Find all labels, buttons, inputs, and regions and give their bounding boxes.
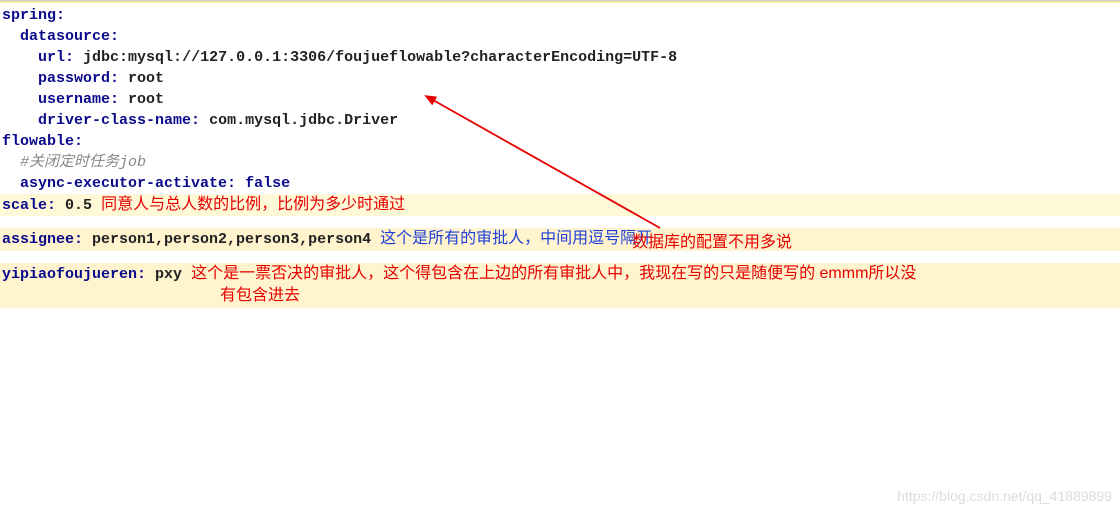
yaml-key-datasource: datasource: bbox=[20, 28, 119, 45]
yaml-key-scale: scale: bbox=[2, 197, 56, 214]
yaml-value-async: false bbox=[245, 175, 290, 192]
yaml-value-assignee: person1,person2,person3,person4 bbox=[92, 231, 371, 248]
annotation-assignee: 这个是所有的审批人，中间用逗号隔开 bbox=[380, 230, 652, 247]
yaml-comment: #关闭定时任务job bbox=[20, 154, 146, 171]
annotation-scale: 同意人与总人数的比例，比例为多少时通过 bbox=[101, 196, 405, 213]
yaml-key-yipiao: yipiaofoujueren: bbox=[2, 266, 146, 283]
code-editor: spring: datasource: url: jdbc:mysql://12… bbox=[0, 3, 1120, 308]
annotation-yipiao-line2: 有包含进去 bbox=[2, 287, 300, 304]
yaml-value-driver: com.mysql.jdbc.Driver bbox=[209, 112, 398, 129]
yaml-value-username: root bbox=[128, 91, 164, 108]
yaml-value-password: root bbox=[128, 70, 164, 87]
yaml-key-driver: driver-class-name: bbox=[38, 112, 200, 129]
yaml-key-url: url: bbox=[38, 49, 74, 66]
yaml-value-yipiao: pxy bbox=[155, 266, 182, 283]
yaml-key-flowable: flowable: bbox=[2, 133, 83, 150]
yaml-key-assignee: assignee: bbox=[2, 231, 83, 248]
yaml-key-async: async-executor-activate: bbox=[20, 175, 236, 192]
yaml-value-url: jdbc:mysql://127.0.0.1:3306/foujueflowab… bbox=[83, 49, 677, 66]
watermark-text: https://blog.csdn.net/qq_41889899 bbox=[897, 487, 1112, 507]
annotation-yipiao-line1: 这个是一票否决的审批人，这个得包含在上边的所有审批人中，我现在写的只是随便写的 … bbox=[191, 265, 916, 282]
annotation-db: 数据库的配置不用多说 bbox=[632, 232, 792, 254]
yaml-key-spring: spring: bbox=[2, 7, 65, 24]
yaml-key-username: username: bbox=[38, 91, 119, 108]
yaml-value-scale: 0.5 bbox=[65, 197, 92, 214]
yaml-key-password: password: bbox=[38, 70, 119, 87]
